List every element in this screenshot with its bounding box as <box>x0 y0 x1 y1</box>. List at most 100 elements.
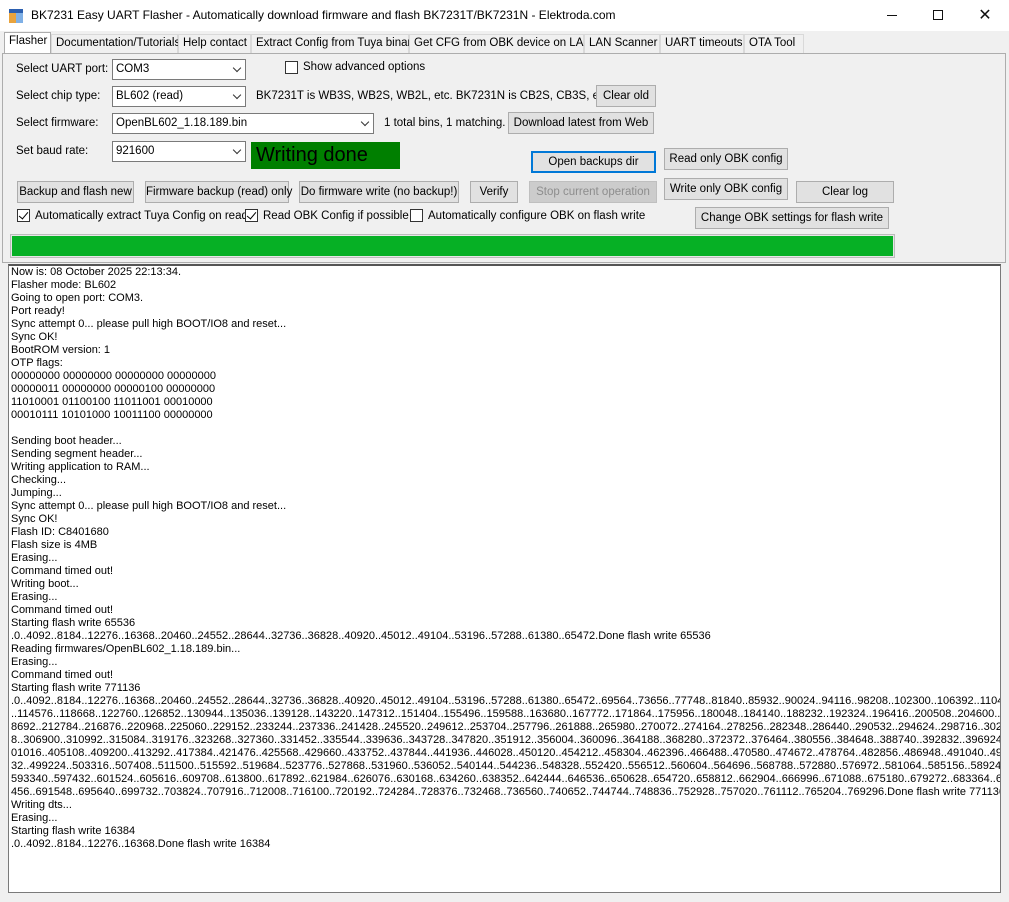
app-icon <box>9 9 23 23</box>
minimize-icon <box>887 14 897 16</box>
log-line: 00010111 10101000 10011100 00000000 <box>11 409 213 421</box>
tab-ota-tool[interactable]: OTA Tool <box>744 34 804 53</box>
auto-configure-checkbox[interactable] <box>410 209 423 222</box>
log-line: Sync OK! <box>11 331 58 343</box>
tab-uart-timeouts[interactable]: UART timeouts <box>660 34 744 53</box>
chevron-down-icon <box>361 119 370 128</box>
firmware-value: OpenBL602_1.18.189.bin <box>116 117 248 129</box>
status-label: Writing done <box>251 142 400 169</box>
log-line: Flasher mode: BL602 <box>11 279 117 291</box>
log-line: Starting flash write 16384 <box>11 825 136 837</box>
log-line: Writing dts... <box>11 799 72 811</box>
log-line: 456..691548..695640..699732..703824..707… <box>11 786 1000 798</box>
firmware-select[interactable]: OpenBL602_1.18.189.bin <box>112 113 374 134</box>
log-line: 32..499224..503316..507408..511500..5155… <box>11 760 1000 772</box>
clear-log-button[interactable]: Clear log <box>796 181 894 203</box>
baud-rate-value: 921600 <box>116 145 155 157</box>
write-only-obk-button[interactable]: Write only OBK config <box>664 178 788 200</box>
show-advanced-label: Show advanced options <box>303 61 426 73</box>
progress-fill <box>12 236 893 256</box>
log-line: Jumping... <box>11 487 62 499</box>
tab-flasher[interactable]: Flasher <box>4 32 51 53</box>
title-bar: BK7231 Easy UART Flasher - Automatically… <box>0 0 1009 31</box>
log-line: Starting flash write 771136 <box>11 682 141 694</box>
tab-lan-scanner[interactable]: LAN Scanner <box>584 34 660 53</box>
uart-port-value: COM3 <box>116 63 150 75</box>
log-line: Erasing... <box>11 812 58 824</box>
auto-extract-checkbox[interactable] <box>17 209 30 222</box>
chevron-down-icon <box>233 147 242 156</box>
backup-and-flash-button[interactable]: Backup and flash new <box>17 181 134 203</box>
log-line: ..114576..118668..122760..126852..130944… <box>11 708 1000 720</box>
auto-extract-label: Automatically extract Tuya Config on rea… <box>35 210 248 222</box>
log-line: Sync OK! <box>11 513 58 525</box>
log-line: .0..4092..8184..12276..16368..20460..245… <box>11 695 1000 707</box>
change-obk-settings-button[interactable]: Change OBK settings for flash write <box>695 207 889 229</box>
log-line: Flash ID: C8401680 <box>11 526 109 538</box>
download-latest-button[interactable]: Download latest from Web <box>508 112 654 134</box>
log-line: Sync attempt 0... please pull high BOOT/… <box>11 500 287 512</box>
log-output[interactable]: Now is: 08 October 2025 22:13:34. Flasher… <box>8 264 1001 893</box>
minimize-button[interactable] <box>869 0 915 30</box>
read-only-obk-button[interactable]: Read only OBK config <box>664 148 788 170</box>
log-line: 593340..597432..601524..605616..609708..… <box>11 773 1000 785</box>
log-line: Now is: 08 October 2025 22:13:34. <box>11 266 181 278</box>
log-line: 00000000 00000000 00000000 00000000 <box>11 370 216 382</box>
log-line: Command timed out! <box>11 604 114 616</box>
uart-port-label: Select UART port: <box>16 63 109 75</box>
maximize-button[interactable] <box>915 0 961 30</box>
log-line: Port ready! <box>11 305 65 317</box>
log-line: 01016..405108..409200..413292..417384..4… <box>11 747 1000 759</box>
verify-button[interactable]: Verify <box>470 181 518 203</box>
log-line: Command timed out! <box>11 669 114 681</box>
chip-type-value: BL602 (read) <box>116 90 184 102</box>
log-line: Sending segment header... <box>11 448 143 460</box>
log-line: Sync attempt 0... please pull high BOOT/… <box>11 318 287 330</box>
maximize-icon <box>933 10 943 20</box>
log-line: Reading firmwares/OpenBL602_1.18.189.bin… <box>11 643 241 655</box>
tab-documentation[interactable]: Documentation/Tutorials <box>51 34 180 53</box>
log-line: 8..306900..310992..315084..319176..32326… <box>11 734 1000 746</box>
log-line: 8692..212784..216876..220968..225060..22… <box>11 721 1000 733</box>
tab-extract-config[interactable]: Extract Config from Tuya binary <box>251 34 417 53</box>
log-line: Starting flash write 65536 <box>11 617 136 629</box>
stop-operation-button[interactable]: Stop current operation <box>529 181 657 203</box>
progress-bar <box>10 234 895 258</box>
log-line: Flash size is 4MB <box>11 539 98 551</box>
auto-configure-label: Automatically configure OBK on flash wri… <box>428 210 646 222</box>
baud-rate-label: Set baud rate: <box>16 145 89 157</box>
clear-old-button[interactable]: Clear old <box>596 85 656 107</box>
window-title: BK7231 Easy UART Flasher - Automatically… <box>31 8 616 22</box>
firmware-backup-button[interactable]: Firmware backup (read) only <box>145 181 292 203</box>
log-line: Erasing... <box>11 552 58 564</box>
log-line: 11010001 01100100 11011001 00010000 <box>11 396 213 408</box>
chip-type-label: Select chip type: <box>16 90 101 102</box>
chip-info-text: BK7231T is WB3S, WB2S, WB2L, etc. BK7231… <box>256 90 608 102</box>
close-icon: ✕ <box>978 7 992 24</box>
log-line: BootROM version: 1 <box>11 344 111 356</box>
log-line: Command timed out! <box>11 565 114 577</box>
read-obk-label: Read OBK Config if possible <box>263 210 409 222</box>
chevron-down-icon <box>233 65 242 74</box>
log-line: Erasing... <box>11 656 58 668</box>
tab-get-cfg-lan[interactable]: Get CFG from OBK device on LAN <box>409 34 592 53</box>
log-line: .0..4092..8184..12276..16368.Done flash … <box>11 838 271 850</box>
log-line: Erasing... <box>11 591 58 603</box>
open-backups-button[interactable]: Open backups dir <box>531 151 656 173</box>
log-line: Writing boot... <box>11 578 79 590</box>
show-advanced-checkbox[interactable] <box>285 61 298 74</box>
close-button[interactable]: ✕ <box>962 0 1008 30</box>
read-obk-checkbox[interactable] <box>245 209 258 222</box>
tab-help-contact[interactable]: Help contact <box>178 34 251 53</box>
uart-port-select[interactable]: COM3 <box>112 59 246 80</box>
log-line: Checking... <box>11 474 67 486</box>
log-line: Sending boot header... <box>11 435 122 447</box>
chip-type-select[interactable]: BL602 (read) <box>112 86 246 107</box>
log-line: Going to open port: COM3. <box>11 292 144 304</box>
log-line: OTP flags: <box>11 357 63 369</box>
log-line: .0..4092..8184..12276..16368..20460..245… <box>11 630 711 642</box>
firmware-label: Select firmware: <box>16 117 99 129</box>
baud-rate-select[interactable]: 921600 <box>112 141 246 162</box>
firmware-write-button[interactable]: Do firmware write (no backup!) <box>299 181 459 203</box>
